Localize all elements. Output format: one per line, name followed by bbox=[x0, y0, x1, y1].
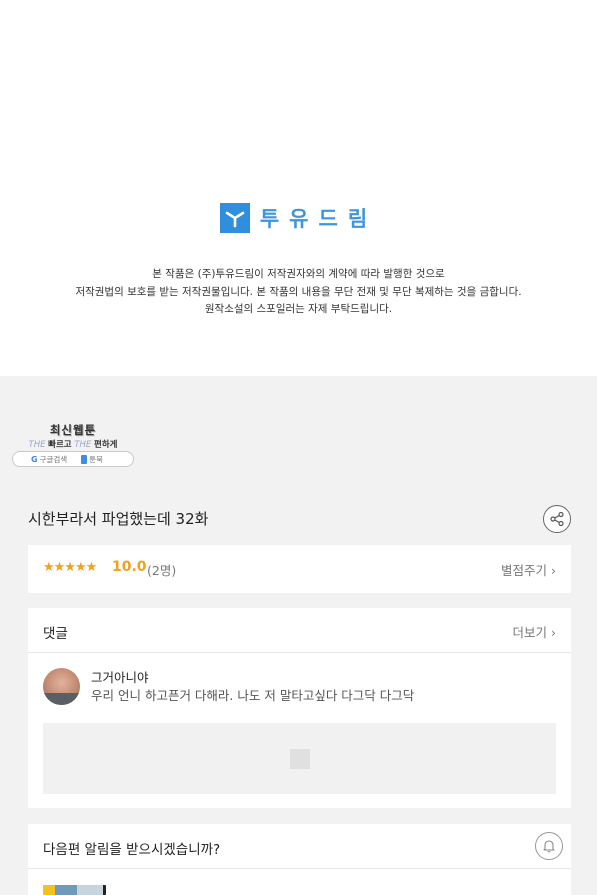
promo-the-text: THE bbox=[74, 440, 92, 450]
bell-icon bbox=[543, 840, 555, 853]
brand-logo: 투유드림 bbox=[0, 203, 597, 233]
rating-stars: ★★★★★ bbox=[43, 560, 97, 575]
share-icon bbox=[550, 511, 564, 527]
image-placeholder-icon bbox=[289, 748, 310, 769]
rating-score: 10.0 bbox=[112, 559, 147, 575]
brand-logo-icon bbox=[219, 203, 250, 233]
notice-line: 본 작품은 (주)투유드림이 저작권자와의 계약에 따라 발행한 것으로 bbox=[152, 268, 445, 280]
book-icon bbox=[81, 455, 88, 464]
notice-line: 원작소설의 스포일러는 자제 부탁드립니다. bbox=[204, 303, 393, 315]
promo-easy-text: 편하게 bbox=[94, 440, 118, 450]
comment-image[interactable] bbox=[43, 723, 556, 794]
avatar bbox=[43, 668, 80, 705]
copyright-notice: 본 작품은 (주)투유드림이 저작권자와의 계약에 따라 발행한 것으로 저작권… bbox=[0, 266, 597, 319]
toonbook-label: 툰북 bbox=[81, 454, 103, 465]
rate-button[interactable]: 별점주기 › bbox=[501, 560, 556, 579]
promo-the-text: THE bbox=[28, 440, 46, 450]
comments-more-button[interactable]: 더보기 › bbox=[513, 622, 557, 641]
promo-search-pill[interactable]: G 구글검색 툰북 bbox=[12, 451, 134, 467]
promo-title: 최신웹툰 bbox=[49, 423, 97, 437]
google-search-label: G 구글검색 bbox=[31, 454, 68, 464]
comment-text: 우리 언니 하고픈거 다해라. 나도 저 말타고싶다 다그닥 다그닥 bbox=[91, 688, 415, 703]
copyright-section: 투유드림 본 작품은 (주)투유드림이 저작권자와의 계약에 따라 발행한 것으… bbox=[0, 0, 597, 376]
comment-card: 댓글 더보기 › 그거아니야 우리 언니 하고픈거 다해라. 나도 저 말타고싶… bbox=[28, 608, 571, 808]
notify-header: 다음편 알림을 받으시겠습니까? bbox=[28, 824, 571, 869]
google-icon: G bbox=[31, 454, 38, 464]
promo-banner[interactable]: 최신웹툰 THE 빠르고 THE 편하게 G 구글검색 툰북 bbox=[12, 420, 134, 468]
notify-card: 다음편 알림을 받으시겠습니까? bbox=[28, 824, 571, 895]
chevron-right-icon: › bbox=[551, 563, 556, 578]
comment-header: 댓글 더보기 › bbox=[28, 608, 571, 653]
rating-card: ★★★★★ 10.0 (2명) 별점주기 › bbox=[28, 545, 571, 593]
notify-bell-button[interactable] bbox=[535, 832, 563, 860]
notice-line: 저작권법의 보호를 받는 저작권물입니다. 본 작품의 내용을 무단 전재 및 … bbox=[75, 285, 522, 298]
notify-title: 다음편 알림을 받으시겠습니까? bbox=[43, 842, 221, 858]
promo-subtitle: THE 빠르고 THE 편하게 bbox=[12, 438, 134, 450]
comment-section-title: 댓글 bbox=[43, 626, 68, 642]
comment-author: 그거아니야 bbox=[91, 670, 149, 685]
share-button[interactable] bbox=[543, 505, 571, 533]
episode-title: 시한부라서 파업했는데 32화 bbox=[28, 510, 209, 528]
brand-name: 투유드림 bbox=[259, 207, 378, 231]
rating-count: (2명) bbox=[147, 563, 177, 578]
chevron-right-icon: › bbox=[551, 625, 556, 640]
next-episode-thumbnail[interactable] bbox=[43, 885, 106, 895]
promo-fast-text: 빠르고 bbox=[48, 440, 72, 450]
